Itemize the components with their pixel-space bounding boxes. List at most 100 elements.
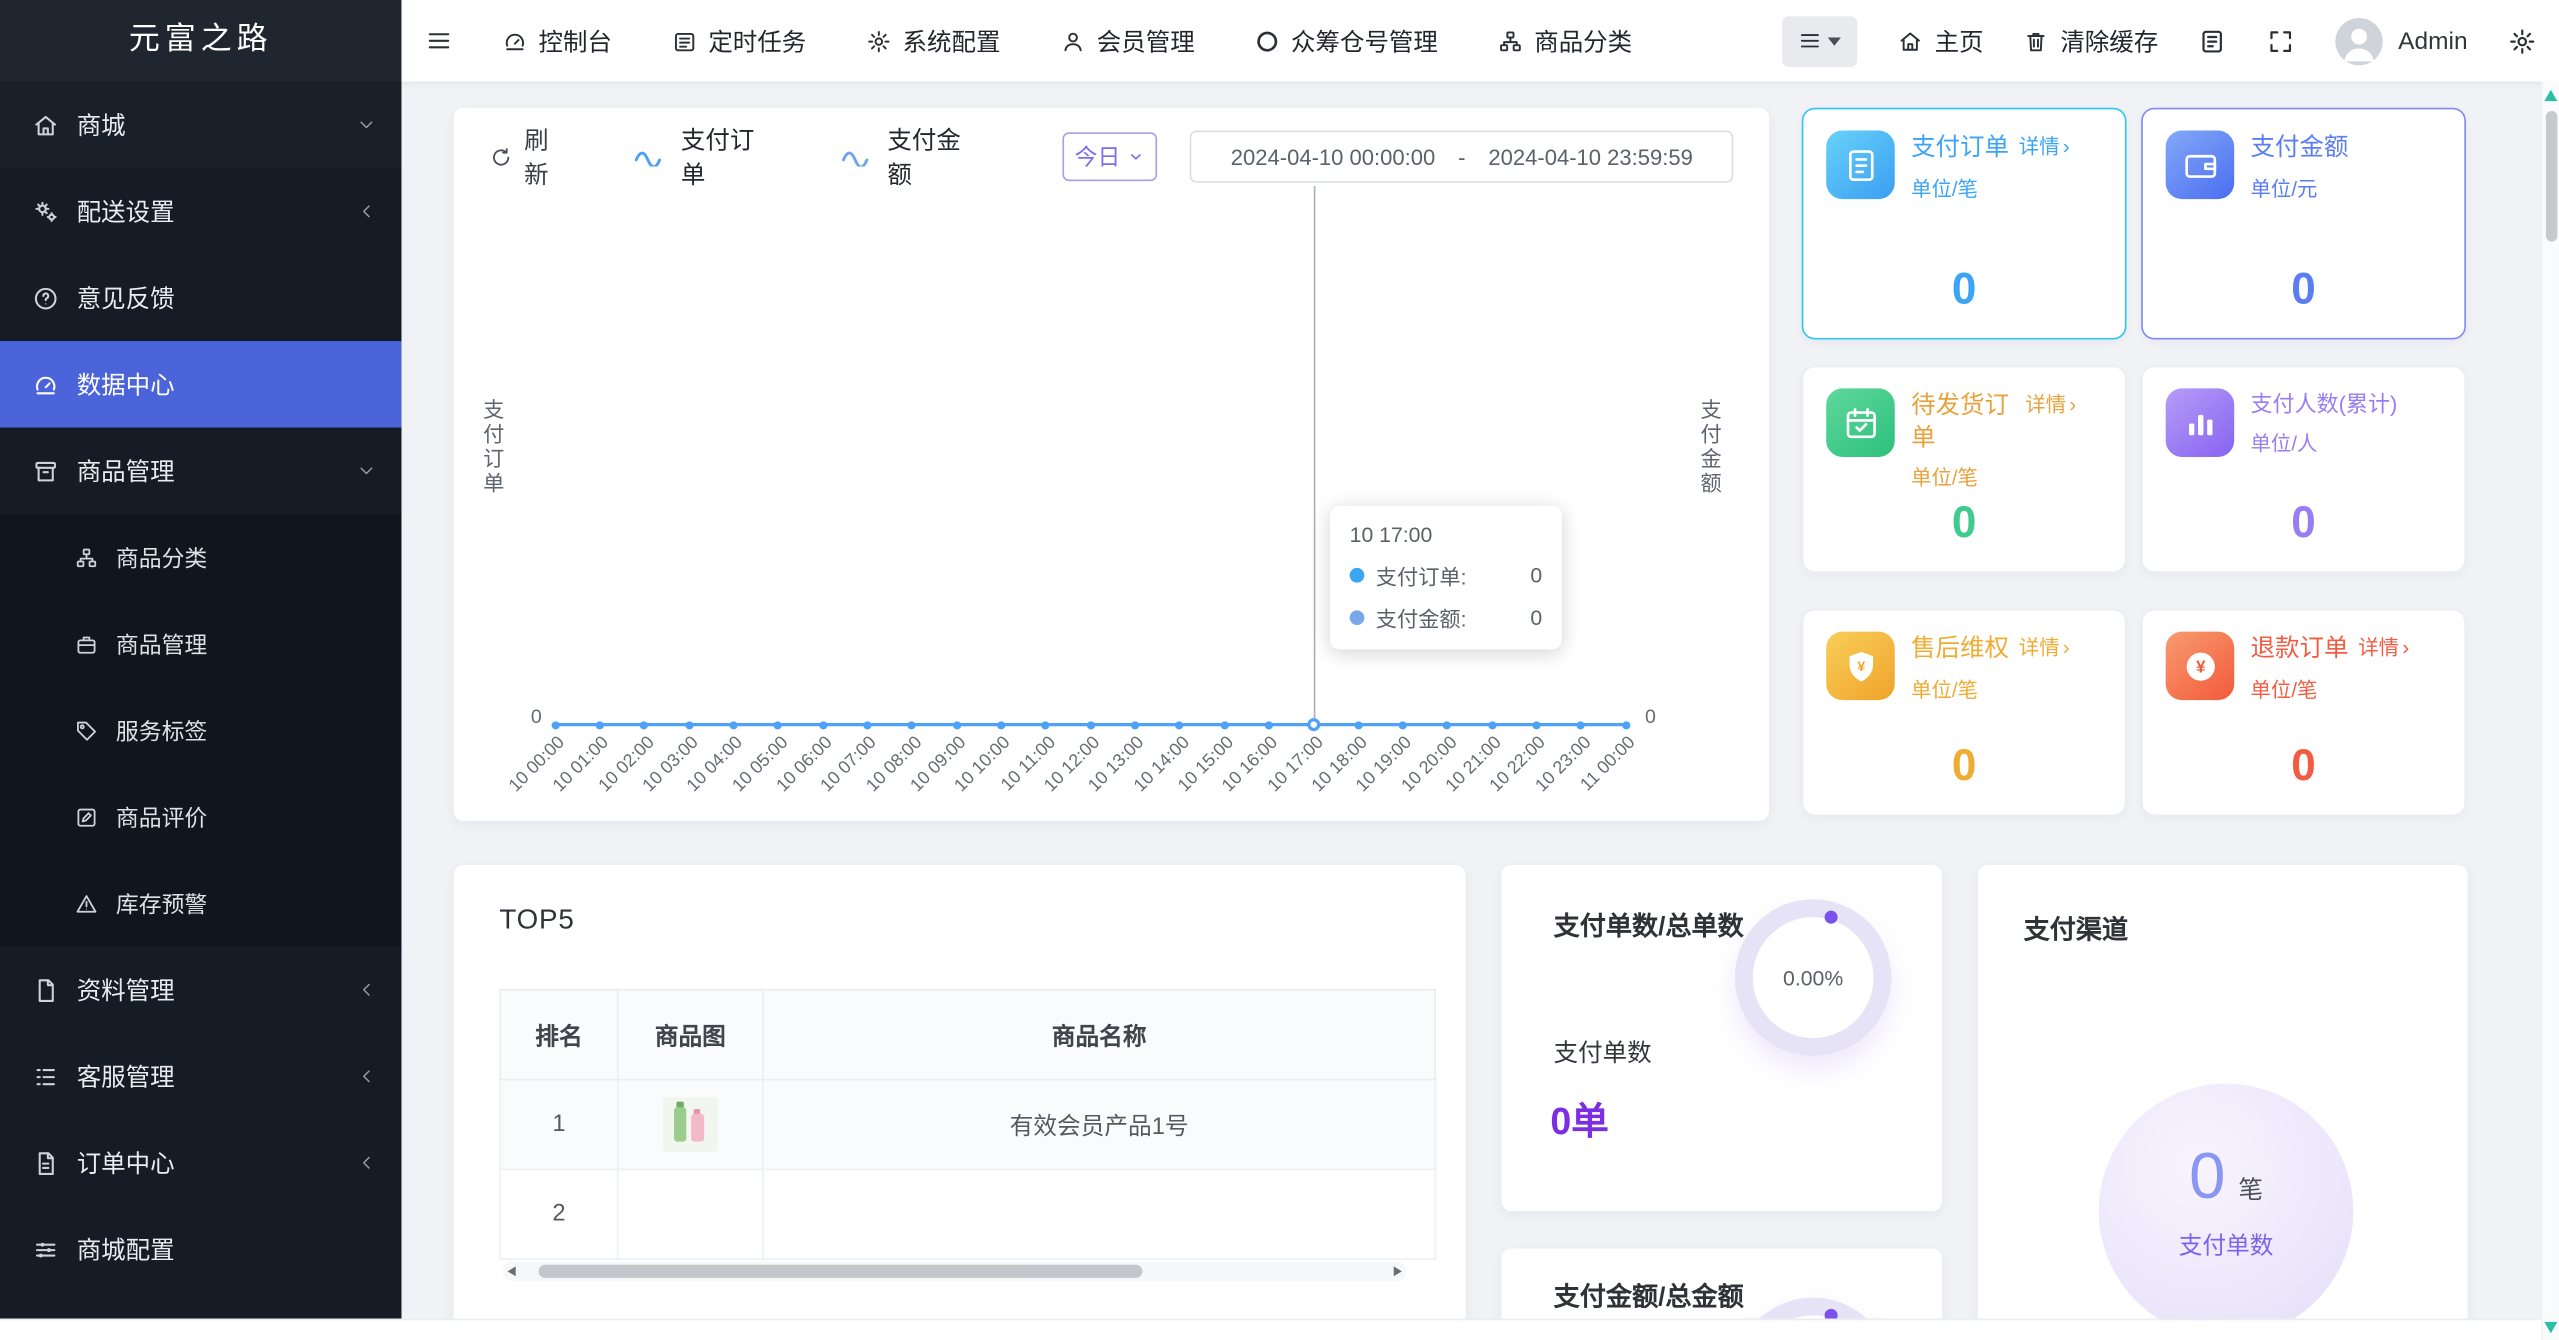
series-point <box>1487 720 1496 729</box>
series-point <box>1264 720 1273 729</box>
card-value: 0 <box>2291 497 2316 547</box>
username: Admin <box>2398 26 2468 55</box>
tooltip-label: 支付金额: <box>1375 607 1467 632</box>
dashboard-icon <box>503 29 527 53</box>
nav-item-crowdfunding[interactable]: 众筹仓号管理 <box>1255 24 1438 58</box>
panel-title: 支付单数/总单数 <box>1553 913 1744 942</box>
payment-chart-panel: 刷新 支付订单 支付金额 今日 2024-04-10 00:00:00 - 20… <box>453 107 1770 821</box>
card-value: 0 <box>1951 264 1977 314</box>
sidebar-item-mall[interactable]: 商城 <box>0 81 402 169</box>
sidebar-item-product-category[interactable]: 商品分类 <box>0 514 402 601</box>
nav-item-home[interactable]: 主页 <box>1899 24 1984 58</box>
svg-text:¥: ¥ <box>2195 656 2205 676</box>
document-icon[interactable] <box>2199 27 2227 55</box>
product-image[interactable] <box>662 1096 719 1153</box>
tooltip-value: 0 <box>1530 563 1543 588</box>
sidebar-item-label: 服务标签 <box>115 717 208 744</box>
wave-icon <box>635 151 662 167</box>
progress-donut: 0.00% <box>1734 899 1892 1056</box>
sidebar-item-delivery-settings[interactable]: 配送设置 <box>0 168 402 255</box>
chevron-left-icon <box>357 981 375 999</box>
sidebar-item-service-tags[interactable]: 服务标签 <box>0 687 402 774</box>
admin-dashboard-page: 元富之路 商城 配送设置 意见反馈 数据中心 商品管理 商品分类 商品管理 服务… <box>0 0 2559 1340</box>
user-menu[interactable]: Admin <box>2336 17 2468 65</box>
sidebar-item-product-reviews[interactable]: 商品评价 <box>0 773 402 861</box>
sidebar-item-product-management[interactable]: 商品管理 <box>0 427 402 515</box>
page-horizontal-scrollbar[interactable] <box>0 1318 2542 1340</box>
sidebar-item-order-center[interactable]: 订单中心 <box>0 1119 402 1207</box>
bar-chart-icon <box>2165 388 2235 457</box>
settings-gear-icon[interactable] <box>2508 27 2536 55</box>
card-unit: 单位/笔 <box>1911 466 1978 490</box>
channel-value: 0 <box>2189 1140 2226 1213</box>
nav-item-product-category[interactable]: 商品分类 <box>1498 24 1632 58</box>
scroll-down-arrow-icon[interactable] <box>2544 1321 2558 1334</box>
scrollbar-thumb[interactable] <box>538 1264 1143 1278</box>
card-unit: 单位/笔 <box>1911 177 1978 200</box>
sidebar-item-data-center[interactable]: 数据中心 <box>0 341 402 428</box>
series-point <box>1219 720 1229 729</box>
file-text-icon <box>33 1150 59 1176</box>
sidebar-item-customer-service[interactable]: 客服管理 <box>0 1033 402 1120</box>
scroll-left-arrow-icon[interactable] <box>507 1265 516 1276</box>
legend-pay-orders[interactable]: 支付订单 <box>635 122 774 191</box>
period-select[interactable]: 今日 <box>1061 132 1158 182</box>
gears-icon <box>33 198 59 224</box>
nav-item-console[interactable]: 控制台 <box>503 24 612 58</box>
scroll-right-arrow-icon[interactable] <box>1393 1265 1402 1276</box>
warning-triangle-icon <box>75 892 98 915</box>
pay-count-panel: 支付单数/总单数 0.00% 支付单数 0单 <box>1501 864 1943 1211</box>
scroll-up-arrow-icon[interactable] <box>2544 89 2558 102</box>
date-range-input[interactable]: 2024-04-10 00:00:00 - 2024-04-10 23:59:5… <box>1190 130 1734 183</box>
coin-yen-icon: ¥ <box>2165 631 2235 701</box>
card-title: 退款订单 <box>2250 634 2349 663</box>
stat-card-pay-orders: 支付订单 详情 › 单位/笔 0 <box>1801 107 2127 340</box>
hamburger-menu-icon[interactable] <box>424 28 453 54</box>
channel-pie-placeholder: 0 笔 支付单数 <box>2098 1083 2354 1339</box>
series-point <box>1086 720 1095 729</box>
legend-pay-amount[interactable]: 支付金额 <box>842 122 980 191</box>
sidebar-item-mall-config[interactable]: 商城配置 <box>0 1206 402 1293</box>
series-point <box>550 720 559 729</box>
card-value: 0 <box>1951 740 1977 790</box>
navbar-right: 主页 清除缓存 Admin <box>1782 15 2536 67</box>
sidebar-item-stock-alert[interactable]: 库存预警 <box>0 860 402 947</box>
image-cell <box>616 1168 764 1260</box>
card-unit: 单位/人 <box>2250 431 2318 455</box>
card-title: 支付订单 <box>1911 133 2010 162</box>
nav-item-system-config[interactable]: 系统配置 <box>867 24 1000 58</box>
chevron-left-icon <box>357 1067 375 1085</box>
stat-value: 0单 <box>1550 1099 1609 1143</box>
period-select-value: 今日 <box>1074 143 1121 170</box>
y-axis-title-left: 支付订单 <box>479 398 505 497</box>
wallet-icon <box>2165 130 2235 200</box>
menu-dropdown-button[interactable] <box>1782 15 1858 67</box>
sidebar-item-feedback[interactable]: 意见反馈 <box>0 254 402 342</box>
nav-item-member-management[interactable]: 会员管理 <box>1061 24 1195 58</box>
sidebar-item-label: 配送设置 <box>76 199 175 227</box>
series-point <box>684 720 693 729</box>
date-end: 2024-04-10 23:59:59 <box>1488 144 1693 169</box>
nav-item-clear-cache[interactable]: 清除缓存 <box>2024 24 2158 58</box>
detail-link[interactable]: 详情 › <box>2358 635 2409 662</box>
channel-label: 支付单数 <box>2178 1233 2274 1260</box>
series-point <box>818 720 827 729</box>
series-point <box>1175 720 1184 729</box>
detail-link[interactable]: 详情 › <box>2025 392 2076 419</box>
nav-item-scheduled-tasks[interactable]: 定时任务 <box>672 24 806 58</box>
card-value: 0 <box>2291 264 2316 314</box>
sidebar-item-product-list[interactable]: 商品管理 <box>0 600 402 688</box>
detail-link[interactable]: 详情 › <box>2019 635 2070 662</box>
scrollbar-thumb[interactable] <box>2545 110 2557 242</box>
horizontal-scrollbar[interactable] <box>502 1261 1407 1282</box>
refresh-button[interactable]: 刷新 <box>490 122 571 191</box>
card-unit: 单位/元 <box>2250 177 2318 200</box>
tasks-icon <box>672 29 696 53</box>
table-header-row: 排名 商品图 商品名称 <box>499 988 1437 1081</box>
sidebar-item-materials[interactable]: 资料管理 <box>0 946 402 1034</box>
fullscreen-icon[interactable] <box>2268 27 2296 55</box>
calendar-check-icon <box>1826 388 1895 457</box>
page-vertical-scrollbar[interactable] <box>2541 81 2559 1340</box>
detail-link[interactable]: 详情 › <box>2019 134 2070 161</box>
series-line-dots <box>454 720 1769 729</box>
